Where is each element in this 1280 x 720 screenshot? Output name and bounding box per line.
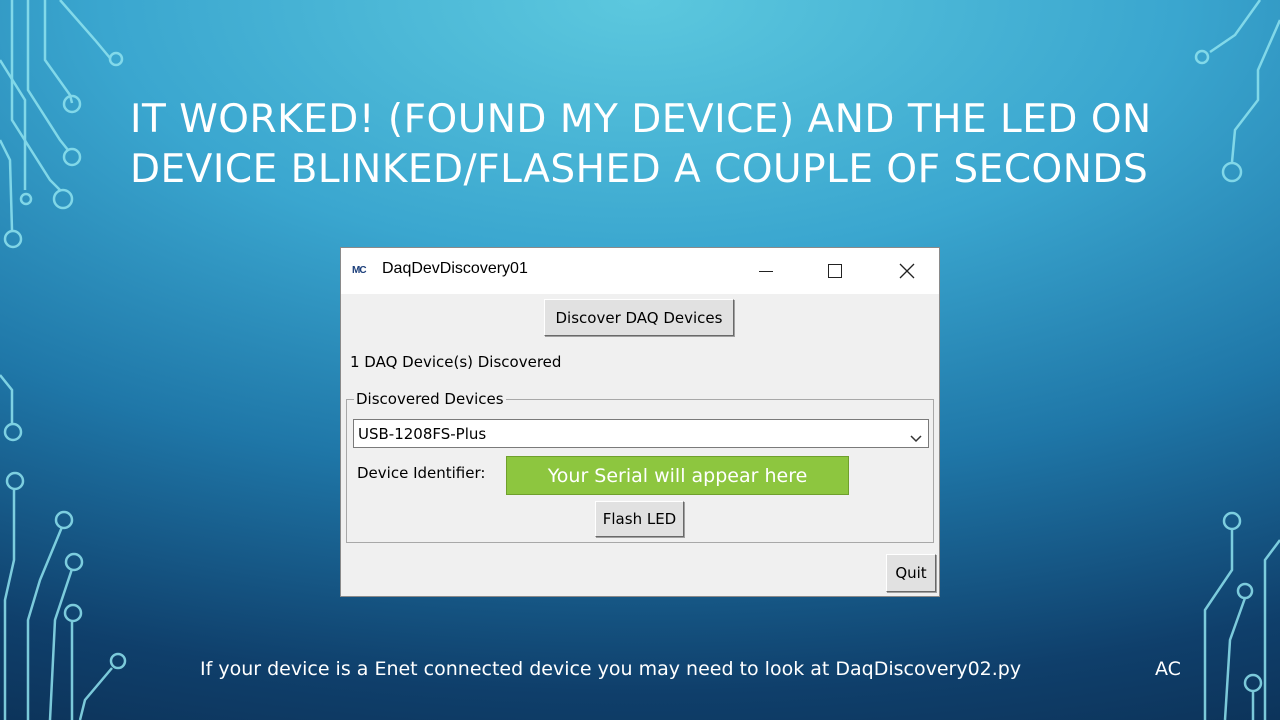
footer-note: If your device is a Enet connected devic… [200, 658, 1022, 680]
maximize-button[interactable] [811, 248, 857, 294]
discover-devices-button[interactable]: Discover DAQ Devices [544, 299, 734, 336]
device-identifier-label: Device Identifier: [357, 464, 486, 482]
close-button[interactable] [883, 248, 929, 294]
app-window: MC DaqDevDiscovery01 Discover DAQ Device… [340, 247, 940, 597]
author-initials: AC [1155, 658, 1181, 680]
chevron-down-icon [910, 429, 922, 443]
slide-title: IT WORKED! (FOUND MY DEVICE) AND THE LED… [130, 97, 1152, 192]
device-dropdown[interactable]: USB-1208FS-Plus [353, 419, 929, 448]
minimize-icon [759, 271, 773, 272]
window-title: DaqDevDiscovery01 [382, 260, 528, 277]
window-titlebar: MC DaqDevDiscovery01 [341, 248, 939, 294]
minimize-button[interactable] [743, 248, 789, 294]
status-text: 1 DAQ Device(s) Discovered [350, 353, 562, 371]
quit-button[interactable]: Quit [886, 554, 936, 592]
serial-display: Your Serial will appear here [506, 456, 849, 495]
group-label: Discovered Devices [354, 390, 506, 408]
app-logo-icon: MC [352, 265, 367, 276]
selected-device: USB-1208FS-Plus [358, 425, 487, 443]
flash-led-button[interactable]: Flash LED [595, 501, 684, 537]
close-icon [898, 262, 916, 280]
maximize-icon [828, 264, 842, 278]
